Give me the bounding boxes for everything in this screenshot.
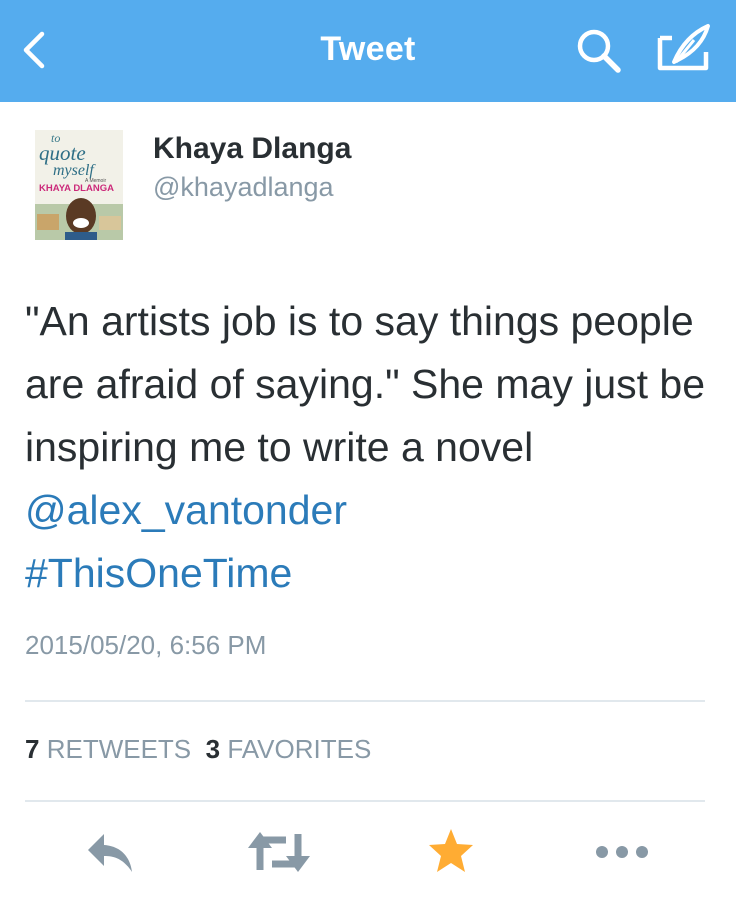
navigation-bar: Tweet [0,0,736,102]
favorite-star-icon[interactable] [426,826,476,876]
author-handle[interactable]: @khayadlanga [153,172,334,203]
nav-title: Tweet [320,30,416,68]
divider [25,700,705,702]
svg-text:myself: myself [53,162,96,179]
author-name[interactable]: Khaya Dlanga [153,132,351,166]
book-cover-image: to quote myself A Memoir KHAYA DLANGA [35,130,123,240]
tweet-text: "An artists job is to say things people … [25,290,715,605]
mention-link[interactable]: @alex_vantonder [25,487,347,533]
svg-text:KHAYA DLANGA: KHAYA DLANGA [39,183,114,194]
divider [25,800,705,802]
avatar[interactable]: to quote myself A Memoir KHAYA DLANGA [35,130,123,240]
favorites-count: 3 [205,734,221,764]
tweet-stats: 7 RETWEETS 3 FAVORITES [25,734,371,765]
retweets-label: RETWEETS [46,734,192,764]
retweets-count: 7 [25,734,40,764]
retweet-icon[interactable] [246,826,312,878]
timestamp: 2015/05/20, 6:56 PM [25,630,267,660]
favorites-stat[interactable]: 3 FAVORITES [206,734,372,764]
retweets-stat[interactable]: 7 RETWEETS [25,734,191,764]
hashtag-link[interactable]: #ThisOneTime [25,550,292,596]
compose-icon[interactable] [654,22,712,74]
tweet-body: "An artists job is to say things people … [25,298,706,470]
favorites-label: FAVORITES [227,734,372,764]
more-icon[interactable] [592,826,652,878]
reply-icon[interactable] [84,826,136,878]
search-icon[interactable] [574,26,624,76]
